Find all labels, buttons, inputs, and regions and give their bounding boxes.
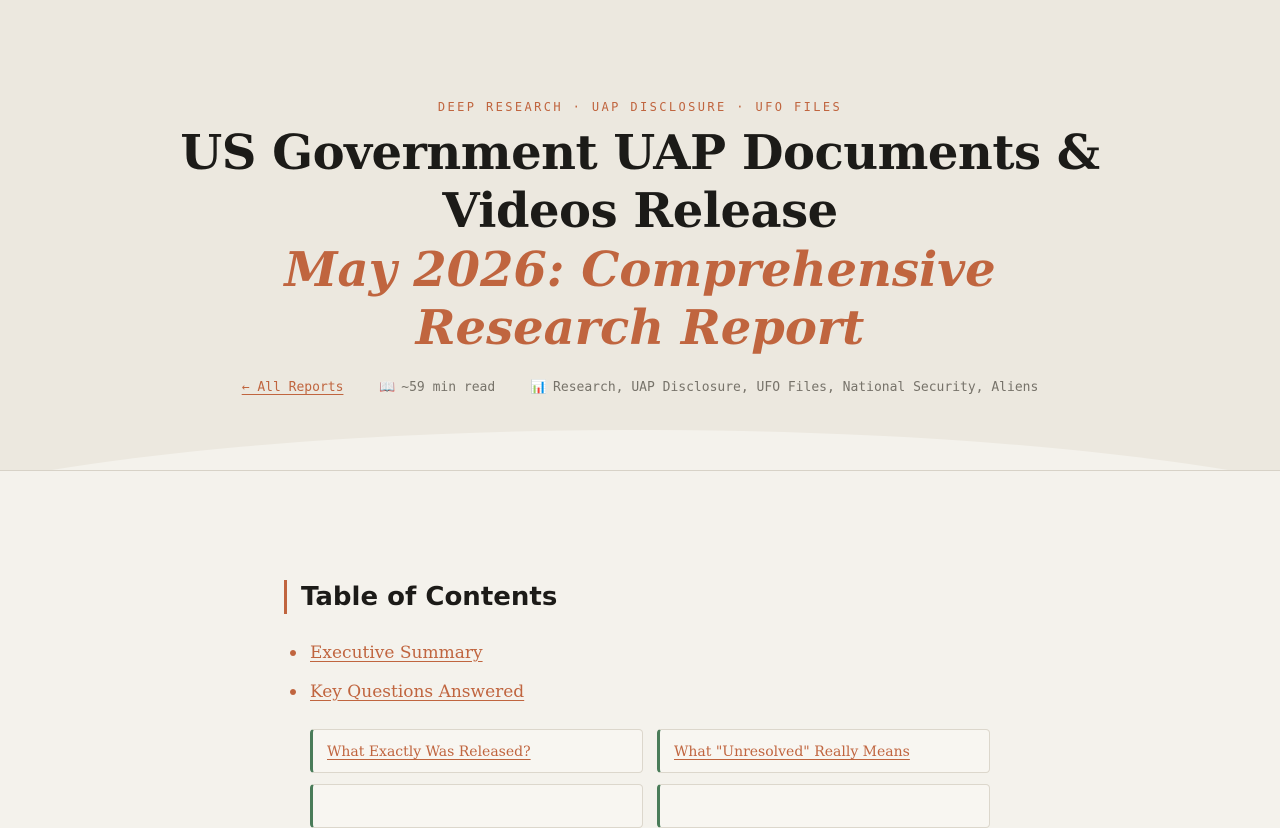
hero-curve-divider	[0, 430, 1280, 470]
read-time: ~59 min read	[401, 380, 496, 395]
chart-icon: 📊	[530, 380, 548, 395]
toc-list: Executive Summary Key Questions Answered	[286, 640, 524, 718]
bullet-icon	[290, 650, 296, 656]
toc-card-unresolved-meaning[interactable]: What "Unresolved" Really Means	[657, 729, 990, 773]
toc-card-link[interactable]: What "Unresolved" Really Means	[674, 744, 910, 760]
toc-card[interactable]	[310, 784, 643, 828]
toc-link-key-questions[interactable]: Key Questions Answered	[310, 682, 524, 702]
page-subtitle: May 2026: Comprehensive Research Report	[284, 242, 996, 356]
report-tags: Research, UAP Disclosure, UFO Files, Nat…	[553, 380, 1039, 395]
all-reports-link[interactable]: ← All Reports	[242, 380, 344, 395]
toc-item-executive-summary: Executive Summary	[286, 640, 524, 679]
bullet-icon	[290, 689, 296, 695]
eyebrow-category: DEEP RESEARCH · UAP DISCLOSURE · UFO FIL…	[437, 100, 843, 114]
page-title: US Government UAP Documents & Videos Rel…	[180, 125, 1100, 239]
toc-link-executive-summary[interactable]: Executive Summary	[310, 643, 483, 663]
toc-heading: Table of Contents	[284, 580, 557, 614]
hero-header: DEEP RESEARCH · UAP DISCLOSURE · UFO FIL…	[0, 0, 1280, 471]
toc-item-key-questions: Key Questions Answered	[286, 679, 524, 718]
toc-card-what-was-released[interactable]: What Exactly Was Released?	[310, 729, 643, 773]
report-meta: ← All Reports 📖 ~59 min read 📊 Research, U…	[0, 380, 1280, 395]
book-icon: 📖	[379, 380, 396, 395]
toc-card[interactable]	[657, 784, 990, 828]
toc-card-link[interactable]: What Exactly Was Released?	[327, 744, 531, 760]
